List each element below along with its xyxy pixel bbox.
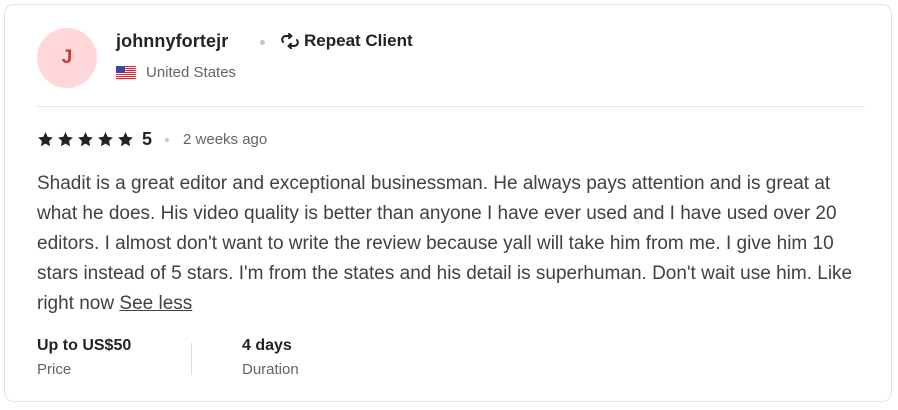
price-label: Price — [37, 361, 72, 378]
divider — [37, 106, 865, 107]
country-name: United States — [146, 64, 237, 81]
repeat-client-badge: Repeat Client — [280, 31, 413, 51]
star-icon — [38, 132, 53, 147]
detail-divider — [191, 343, 192, 375]
star-icon — [98, 132, 113, 147]
duration-value: 4 days — [242, 337, 292, 354]
star-rating — [37, 131, 134, 148]
avatar-initial: J — [61, 47, 73, 68]
review-card: J johnnyfortejr Repeat Client United Sta… — [4, 4, 892, 402]
duration-detail: 4 days Duration — [242, 336, 299, 379]
badge-label: Repeat Client — [304, 31, 413, 50]
star-icon — [118, 132, 133, 147]
star-icon — [58, 132, 73, 147]
review-time: 2 weeks ago — [183, 131, 268, 148]
duration-label: Duration — [242, 361, 299, 378]
see-less-link[interactable]: See less — [119, 293, 192, 314]
star-icon — [78, 132, 93, 147]
reviewer-country: United States — [116, 64, 236, 81]
rating-row: 5 2 weeks ago — [37, 129, 267, 150]
rating-value: 5 — [142, 129, 153, 149]
repeat-icon — [281, 33, 299, 49]
separator-dot — [165, 137, 170, 142]
separator-dot — [260, 40, 265, 45]
us-flag-icon — [116, 66, 136, 79]
reviewer-username[interactable]: johnnyfortejr — [116, 31, 228, 52]
price-value: Up to US$50 — [37, 337, 132, 354]
price-detail: Up to US$50 Price — [37, 336, 131, 379]
avatar[interactable]: J — [37, 28, 97, 88]
review-text-block: Shadit is a great editor and exceptional… — [37, 169, 867, 319]
